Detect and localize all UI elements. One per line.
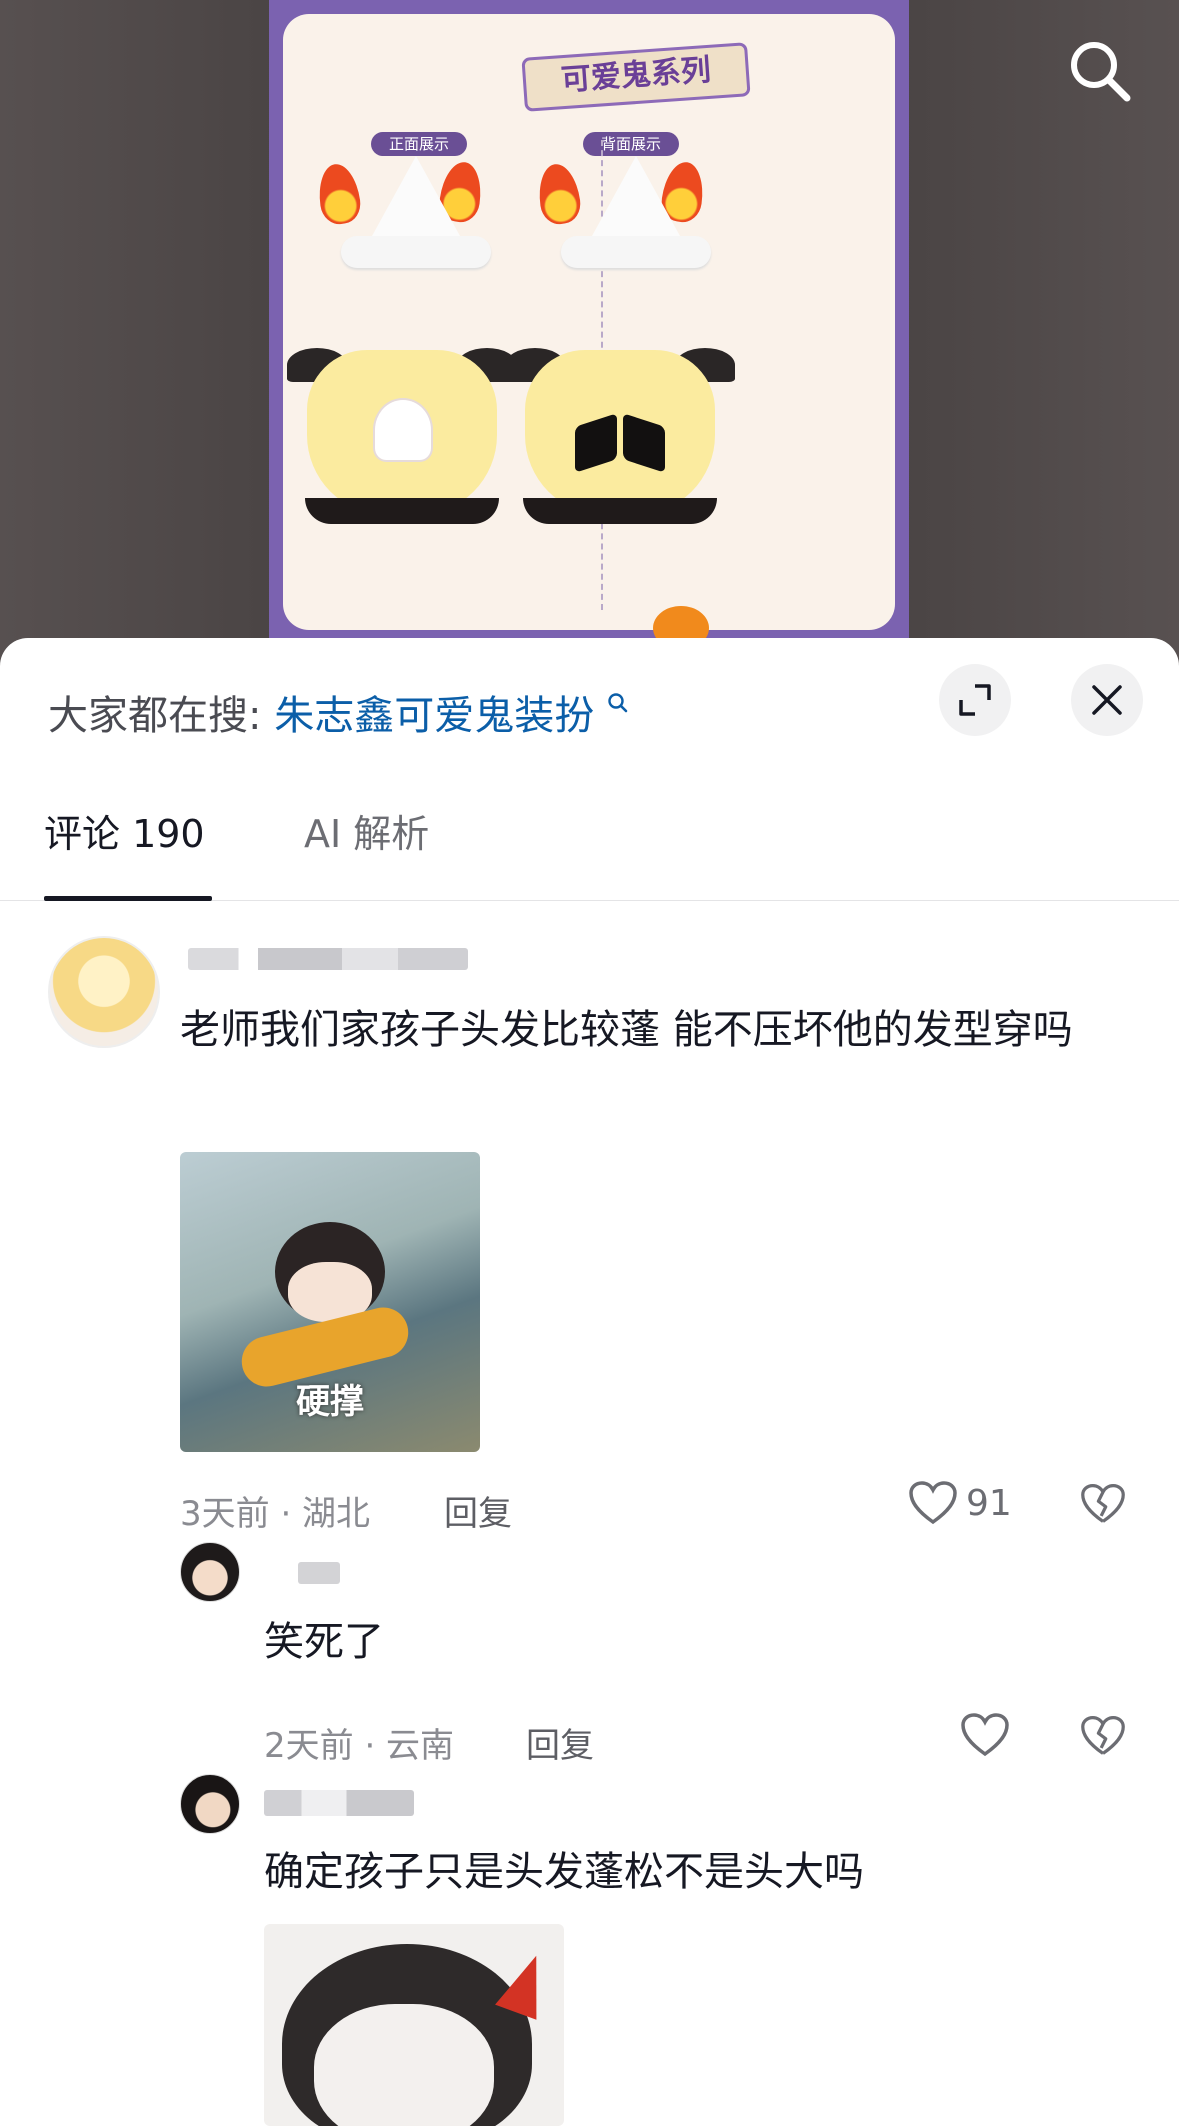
ghost-icon	[375, 400, 431, 460]
username-blurred[interactable]	[298, 1562, 340, 1584]
hot-search-bar[interactable]: 大家都在搜: 朱志鑫可爱鬼装扮	[48, 688, 629, 744]
tab-ai-analysis[interactable]: AI 解析	[304, 808, 429, 860]
close-icon	[1092, 685, 1122, 715]
sticker-character-face	[314, 2004, 494, 2126]
hat-back-image	[561, 156, 711, 268]
broken-heart-icon	[1081, 1483, 1125, 1523]
username-blurred[interactable]	[188, 948, 468, 970]
reply-text: 笑死了	[264, 1619, 384, 1665]
sticker-caption: 硬撑	[296, 1382, 364, 1422]
dress-back-image	[505, 330, 735, 530]
heart-icon	[961, 1713, 1009, 1757]
avatar[interactable]	[180, 1774, 240, 1834]
poster-card: 可爱鬼系列 正面展示 背面展示	[283, 14, 895, 650]
reply-button[interactable]: 回复	[526, 1718, 594, 1767]
username-blurred[interactable]	[264, 1790, 414, 1816]
search-small-icon	[608, 693, 628, 713]
reply-button[interactable]: 回复	[444, 1486, 512, 1535]
search-icon	[1071, 42, 1131, 102]
reply-sticker-image[interactable]	[264, 1924, 564, 2126]
tab-bar: 评论 190 AI 解析	[0, 808, 1179, 901]
like-count: 91	[966, 1482, 1012, 1524]
expand-button[interactable]	[939, 664, 1011, 736]
poster-tag-back: 背面展示	[583, 132, 680, 156]
dress-front-image	[287, 330, 517, 530]
like-button[interactable]	[960, 1712, 1010, 1758]
hot-search-query[interactable]: 朱志鑫可爱鬼装扮	[274, 693, 594, 739]
avatar[interactable]	[180, 1542, 240, 1602]
broken-heart-icon	[1081, 1715, 1125, 1755]
poster-title: 可爱鬼系列	[521, 42, 751, 112]
close-button[interactable]	[1071, 664, 1143, 736]
dislike-button[interactable]	[1080, 1714, 1126, 1758]
expand-icon	[959, 684, 991, 716]
heart-icon	[909, 1481, 957, 1525]
comments-panel: 大家都在搜: 朱志鑫可爱鬼装扮 评论 190 AI 解析 老师我们家孩子头发比较…	[0, 638, 1179, 2126]
tab-comments[interactable]: 评论 190	[44, 808, 205, 860]
like-button[interactable]: 91	[908, 1480, 1012, 1526]
hot-search-label: 大家都在搜:	[48, 693, 262, 739]
comment-text: 老师我们家孩子头发比较蓬 能不压坏他的发型穿吗	[180, 1007, 1073, 1053]
hat-front-image	[341, 156, 491, 268]
comment-meta: 3天前 · 湖北	[180, 1494, 371, 1534]
comment-sticker-image[interactable]: 硬撑	[180, 1152, 480, 1452]
reply-meta: 2天前 · 云南	[264, 1726, 455, 1766]
tab-active-indicator	[44, 896, 212, 901]
poster-tag-front: 正面展示	[371, 132, 468, 156]
bow-icon	[575, 412, 665, 478]
search-button[interactable]	[1065, 36, 1135, 106]
avatar[interactable]	[48, 936, 160, 1048]
product-poster-image[interactable]: 可爱鬼系列 正面展示 背面展示	[269, 0, 909, 660]
reply-text: 确定孩子只是头发蓬松不是头大吗	[264, 1849, 864, 1895]
dislike-button[interactable]	[1080, 1482, 1126, 1526]
